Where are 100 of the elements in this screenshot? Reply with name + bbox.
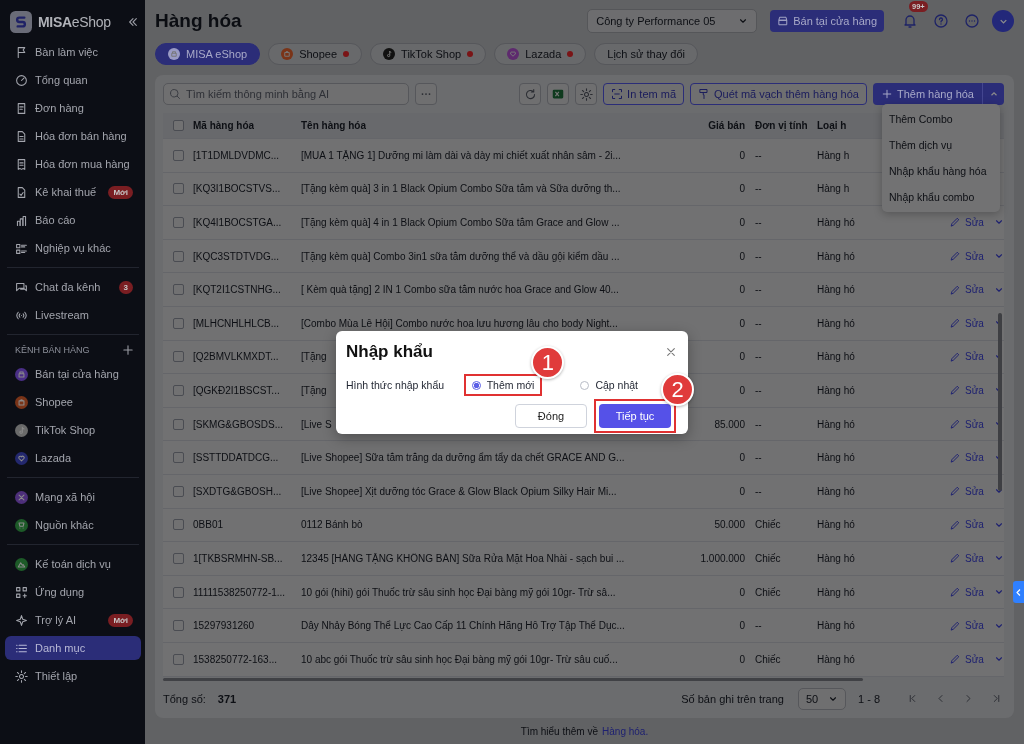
section-title: KÊNH BÁN HÀNG <box>15 345 90 355</box>
logo-icon <box>10 11 32 33</box>
channel-tab[interactable]: MISA eShop <box>155 43 261 65</box>
edit-button[interactable]: Sửa <box>949 653 984 666</box>
row-checkbox[interactable] <box>173 149 184 161</box>
row-checkbox[interactable] <box>173 519 184 531</box>
row-checkbox[interactable] <box>173 452 184 464</box>
close-button[interactable] <box>666 347 676 357</box>
row-checkbox[interactable] <box>173 183 184 195</box>
channel-tab[interactable]: TikTok Shop <box>370 43 487 65</box>
row-checkbox[interactable] <box>173 586 184 598</box>
edit-button[interactable]: Sửa <box>949 317 984 330</box>
add-menu-toggle[interactable] <box>982 83 1004 105</box>
menu-item[interactable]: Nhập khẩu combo <box>882 184 1000 210</box>
chevron-down-icon <box>738 16 749 26</box>
nav-item[interactable]: Danh mục <box>5 636 141 660</box>
store-sales-button[interactable]: Bán tại cửa hàng <box>770 10 884 32</box>
company-select[interactable]: Công ty Performance 05 <box>587 9 758 33</box>
nav-item[interactable]: Trợ lý AI Mới <box>5 608 141 632</box>
refresh-button[interactable] <box>519 83 542 105</box>
row-checkbox[interactable] <box>173 418 184 430</box>
sparkle-icon <box>15 613 28 627</box>
settings-button[interactable] <box>575 83 598 105</box>
apps-grid-icon <box>15 585 28 599</box>
nav-item[interactable]: Shopee <box>5 390 141 414</box>
edit-button[interactable]: Sửa <box>949 250 984 263</box>
row-checkbox[interactable] <box>173 217 184 228</box>
nav-item[interactable]: Bán tại cửa hàng <box>5 362 141 386</box>
table-cell: 10 gói (hihi) gói Thuốc trừ sâu sinh học Đại bàng mỹ gói 10gr- Trừ sâ... <box>301 586 616 598</box>
export-excel-button[interactable] <box>547 83 570 105</box>
page-size-select[interactable]: 50 <box>798 687 846 710</box>
table-cell: Hàng hó <box>817 217 855 228</box>
nav-item[interactable]: Ứng dụng <box>5 580 141 604</box>
edit-button[interactable]: Sửa <box>949 384 984 397</box>
table-cell: 15297931260 <box>193 620 255 632</box>
channel-tab[interactable]: Shopee <box>268 43 363 65</box>
edit-button[interactable]: Sửa <box>949 418 984 431</box>
table-cell: -- <box>755 351 762 363</box>
nav-item[interactable]: Mạng xã hội <box>5 485 141 509</box>
nav-item[interactable]: Nguồn khác <box>5 513 141 537</box>
account-menu-button[interactable] <box>992 10 1014 32</box>
nav-item[interactable]: Kê khai thuế Mới <box>5 180 141 204</box>
row-checkbox[interactable] <box>173 351 184 363</box>
edit-button[interactable]: Sửa <box>949 552 984 565</box>
row-checkbox[interactable] <box>173 485 184 497</box>
row-checkbox[interactable] <box>173 620 184 632</box>
nav-item[interactable]: Đơn hàng <box>5 96 141 120</box>
scan-barcode-button[interactable]: Quét mã vạch thêm hàng hóa <box>690 83 867 105</box>
channel-tab[interactable]: Lazada <box>494 43 587 65</box>
edit-button[interactable]: Sửa <box>949 216 984 229</box>
add-channel-button[interactable] <box>123 345 133 355</box>
close-dialog-button[interactable]: Đóng <box>515 404 587 428</box>
nav-item[interactable]: TikTok Shop <box>5 418 141 442</box>
row-checkbox[interactable] <box>173 284 184 296</box>
edit-button[interactable]: Sửa <box>949 485 984 498</box>
vertical-scrollbar[interactable] <box>998 313 1002 491</box>
add-product-button[interactable]: Thêm hàng hóa <box>872 83 982 105</box>
nav-item[interactable]: Thiết lập <box>5 664 141 688</box>
nav-item[interactable]: Bàn làm việc <box>5 40 141 64</box>
edit-button[interactable]: Sửa <box>949 586 984 598</box>
horizontal-scrollbar[interactable] <box>163 677 863 682</box>
table-cell: [Q2BMVLKMXDT... <box>193 351 279 363</box>
table-cell: Chiếc <box>755 586 781 598</box>
menu-item[interactable]: Thêm dịch vụ <box>882 132 1000 158</box>
row-menu-button[interactable] <box>993 587 1004 597</box>
edit-button[interactable]: Sửa <box>949 283 984 296</box>
nav-item[interactable]: Nghiệp vụ khác <box>5 236 141 260</box>
search-field[interactable]: Tìm kiếm thông minh bằng AI <box>163 83 409 105</box>
nav-item[interactable]: Hóa đơn mua hàng <box>5 152 141 176</box>
side-panel-toggle[interactable] <box>1013 581 1024 603</box>
radio-option[interactable]: Cập nhật <box>580 379 638 391</box>
row-checkbox[interactable] <box>173 317 184 329</box>
edit-button[interactable]: Sửa <box>949 619 984 632</box>
table-cell: -- <box>755 384 762 396</box>
table-cell: [ Kèm quà tặng] 2 IN 1 Combo sữa tắm nước hoa Grace and Glow 40... <box>301 284 619 296</box>
continue-button[interactable]: Tiếp tục <box>599 404 671 428</box>
nav-item[interactable]: Livestream <box>5 303 141 327</box>
edit-button[interactable]: Sửa <box>949 350 984 363</box>
row-checkbox[interactable] <box>173 552 184 564</box>
nav-item[interactable]: Tổng quan <box>5 68 141 92</box>
edit-button[interactable]: Sửa <box>949 451 984 464</box>
menu-item[interactable]: Thêm Combo <box>882 106 1000 132</box>
nav-item[interactable]: Báo cáo <box>5 208 141 232</box>
select-all-checkbox[interactable] <box>173 120 184 131</box>
table-cell: 1538250772-163... <box>193 653 277 665</box>
row-checkbox[interactable] <box>173 384 184 396</box>
menu-item[interactable]: Nhập khẩu hàng hóa <box>882 158 1000 184</box>
table-cell: Hàng hó <box>817 418 855 430</box>
table-cell: Hàng hó <box>817 284 855 296</box>
pencil-icon <box>949 619 961 632</box>
nav-item[interactable]: Kế toán dịch vụ <box>5 552 141 576</box>
print-labels-button[interactable]: In tem mã <box>603 83 684 105</box>
channel-tab[interactable]: Lịch sử thay đổi <box>594 43 698 65</box>
more-options-button[interactable] <box>415 83 437 105</box>
nav-item[interactable]: Chat đa kênh 3 <box>5 275 141 299</box>
nav-item[interactable]: Hóa đơn bán hàng <box>5 124 141 148</box>
row-checkbox[interactable] <box>173 653 184 665</box>
nav-item[interactable]: Lazada <box>5 446 141 470</box>
edit-button[interactable]: Sửa <box>949 518 984 531</box>
row-checkbox[interactable] <box>173 250 184 262</box>
